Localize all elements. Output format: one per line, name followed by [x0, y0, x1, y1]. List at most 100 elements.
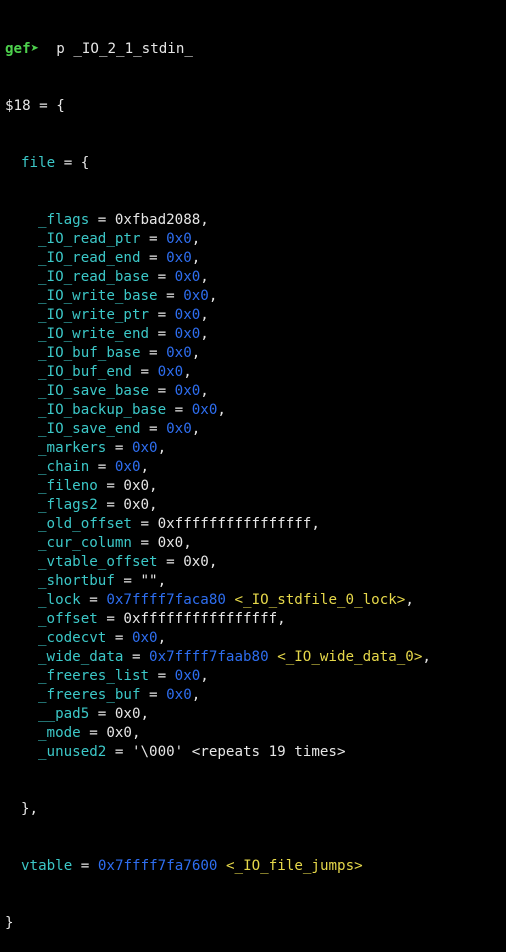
struct-field-line: _IO_backup_base = 0x0, [5, 401, 506, 420]
field-equals: = [97, 497, 124, 513]
field-value: 0x0 [183, 288, 209, 304]
field-suffix: , [200, 212, 209, 228]
field-equals: = [89, 706, 115, 722]
struct-field-line: _freeres_list = 0x0, [5, 667, 506, 686]
field-suffix: , [157, 573, 167, 589]
field-value: 0x0 [191, 402, 218, 418]
field-suffix: , [200, 383, 209, 399]
result-footer: } [5, 915, 14, 931]
field-name: _IO_read_base [38, 269, 150, 285]
field-name: _fileno [38, 478, 98, 494]
field-equals: = [140, 231, 167, 247]
file-open-brace: = { [55, 155, 90, 171]
field-name: _freeres_buf [38, 687, 141, 703]
file-struct-open: file = { [5, 154, 506, 173]
field-equals: = [157, 288, 184, 304]
field-symbol: <_IO_stdfile_0_lock> [234, 592, 406, 608]
field-suffix: , [217, 402, 226, 418]
field-equals: = [157, 554, 184, 570]
struct-field-line: _chain = 0x0, [5, 458, 506, 477]
field-suffix: , [200, 326, 209, 342]
field-suffix: , [191, 687, 201, 703]
field-name: _IO_save_end [38, 421, 141, 437]
field-name: _flags [38, 212, 90, 228]
field-equals: = [106, 630, 132, 646]
vtable-space [217, 858, 226, 874]
field-suffix: , [157, 440, 167, 456]
field-name: _IO_write_end [38, 326, 150, 342]
field-name: _old_offset [38, 516, 132, 532]
struct-field-line: _IO_read_end = 0x0, [5, 249, 506, 268]
terminal-window[interactable]: gef➤ p _IO_2_1_stdin_ $18 = { file = { _… [0, 0, 506, 931]
field-name: __pad5 [38, 706, 90, 722]
field-name: _offset [38, 611, 98, 627]
field-equals: = [80, 725, 107, 741]
field-suffix: , [191, 421, 201, 437]
field-equals: = [140, 421, 167, 437]
field-equals: = [166, 402, 192, 418]
field-equals: = [149, 307, 175, 323]
field-suffix: , [191, 250, 201, 266]
struct-field-line: _cur_column = 0x0, [5, 534, 506, 553]
struct-field-line: _freeres_buf = 0x0, [5, 686, 506, 705]
struct-field-line: _IO_buf_end = 0x0, [5, 363, 506, 382]
struct-field-line: _fileno = 0x0, [5, 477, 506, 496]
struct-field-line: _IO_write_ptr = 0x0, [5, 306, 506, 325]
field-equals: = [140, 250, 167, 266]
field-equals: = [131, 364, 158, 380]
field-name: _IO_write_base [38, 288, 158, 304]
field-name: _vtable_offset [38, 554, 158, 570]
field-equals: = [149, 326, 175, 342]
field-suffix: , [208, 554, 218, 570]
field-equals: = [149, 383, 175, 399]
struct-field-line: _markers = 0x0, [5, 439, 506, 458]
field-value: 0x0 [166, 687, 192, 703]
field-value: 0xffffffffffffffff [123, 611, 278, 627]
field-name: _freeres_list [38, 668, 150, 684]
field-value: 0x0 [166, 231, 192, 247]
struct-field-line: _offset = 0xffffffffffffffff, [5, 610, 506, 629]
field-equals: = [97, 478, 124, 494]
struct-field-line: _IO_write_end = 0x0, [5, 325, 506, 344]
field-value: 0x0 [174, 269, 201, 285]
field-value: '\000' <repeats 19 times> [131, 744, 346, 760]
field-value: 0x0 [174, 307, 201, 323]
field-suffix: , [183, 364, 192, 380]
field-name: _IO_buf_end [38, 364, 132, 380]
field-equals: = [131, 535, 158, 551]
field-value: 0x0 [131, 440, 158, 456]
field-suffix: , [131, 725, 141, 741]
struct-field-line: _unused2 = '\000' <repeats 19 times> [5, 743, 506, 762]
struct-field-line: _lock = 0x7ffff7faca80 <_IO_stdfile_0_lo… [5, 591, 506, 610]
field-name: _IO_buf_base [38, 345, 141, 361]
field-suffix: , [191, 231, 201, 247]
field-value: 0x0 [123, 478, 150, 494]
field-name: _cur_column [38, 535, 132, 551]
field-suffix: , [157, 630, 167, 646]
field-name: _IO_read_ptr [38, 231, 141, 247]
field-suffix: , [405, 592, 414, 608]
struct-field-line: __pad5 = 0x0, [5, 705, 506, 724]
struct-field-line: _shortbuf = "", [5, 572, 506, 591]
field-value: 0x0 [123, 497, 150, 513]
file-struct-close: }, [21, 801, 39, 817]
field-equals: = [89, 459, 115, 475]
field-equals: = [140, 345, 167, 361]
field-name-file: file [21, 155, 56, 171]
field-value: 0x0 [157, 364, 184, 380]
field-name: _shortbuf [38, 573, 115, 589]
struct-field-line: _old_offset = 0xffffffffffffffff, [5, 515, 506, 534]
field-value: 0x0 [183, 554, 209, 570]
field-suffix: , [200, 307, 209, 323]
field-value: 0x0 [106, 725, 132, 741]
field-suffix: , [200, 668, 209, 684]
field-equals: = [140, 687, 167, 703]
command-text: p _IO_2_1_stdin_ [39, 41, 193, 57]
field-suffix: , [140, 706, 150, 722]
field-value: 0x0 [131, 630, 158, 646]
field-equals: = [106, 440, 132, 456]
vtable-line: vtable = 0x7ffff7fa7600 <_IO_file_jumps> [5, 857, 506, 876]
field-value: 0x0 [157, 535, 184, 551]
field-value: "" [140, 573, 158, 589]
field-value: 0x7ffff7faca80 [106, 592, 226, 608]
